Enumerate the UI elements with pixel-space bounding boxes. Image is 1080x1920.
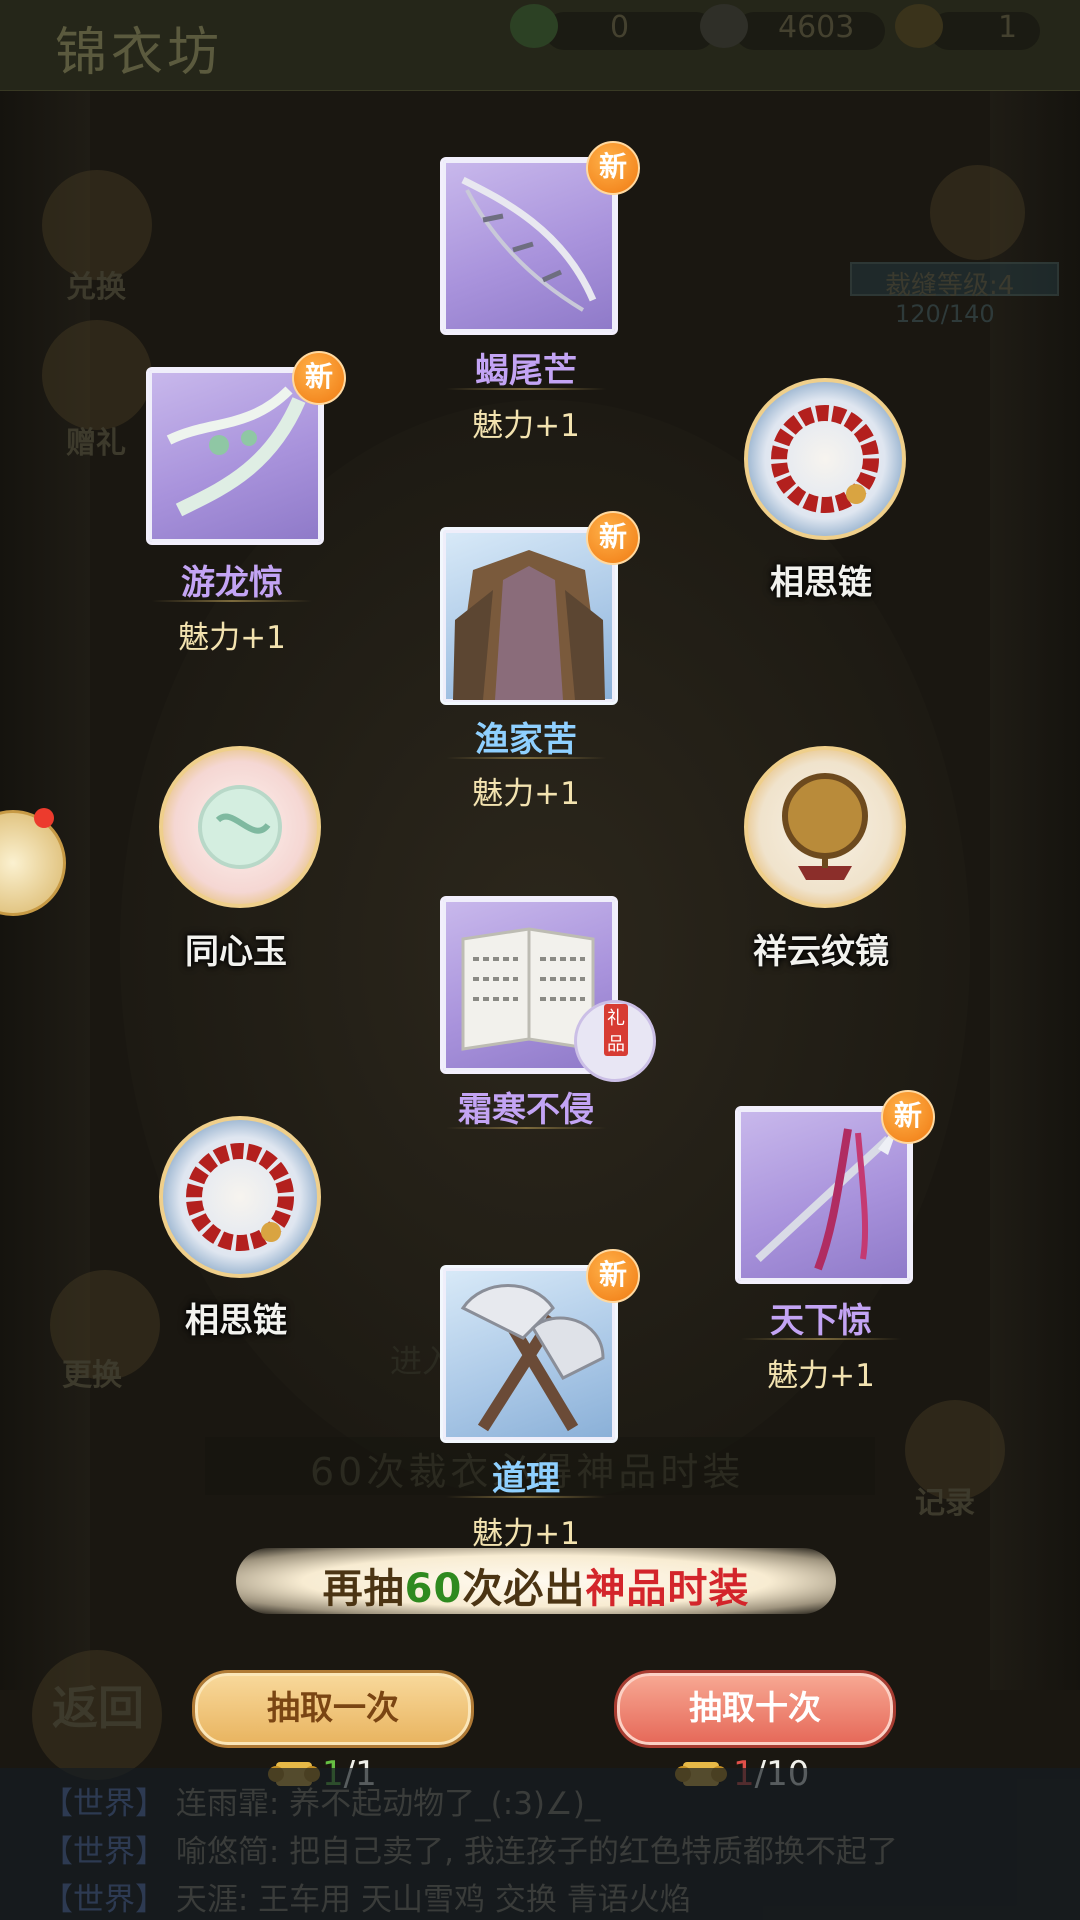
item-charm: 魅力+1 (178, 620, 286, 656)
new-badge: 新 (586, 141, 640, 195)
silver-ingot-icon (700, 4, 748, 48)
top-bar: 锦衣坊 0 4603 1 (0, 0, 1080, 91)
divider (446, 757, 606, 759)
draw-ten-button[interactable]: 抽取十次 (617, 1673, 893, 1745)
record-label: 记录 (915, 1486, 975, 1521)
item-charm: 魅力+1 (767, 1358, 875, 1394)
new-badge: 新 (586, 511, 640, 565)
resource-silver-value: 4603 (778, 10, 855, 45)
resource-scroll-value: 1 (998, 10, 1018, 45)
item-name: 天下惊 (770, 1301, 872, 1341)
item-charm: 魅力+1 (472, 776, 580, 812)
chat-message: 连雨霏: 养不起动物了_(:3)∠)_ (175, 1786, 601, 1822)
item-charm: 魅力+1 (472, 1516, 580, 1552)
item-name: 同心玉 (185, 932, 287, 972)
bronze-mirror-icon (744, 746, 906, 908)
resource-scroll-pill (930, 12, 1040, 50)
pity-count: 60 (404, 1566, 463, 1612)
chat-channel: 【世界】 (42, 1786, 166, 1822)
divider (152, 600, 312, 602)
back-label: 返回 (52, 1681, 144, 1735)
gift-label: 赠礼 (66, 426, 126, 461)
resource-jade-value: 0 (610, 10, 630, 45)
pity-reward: 神品时装 (585, 1566, 750, 1612)
item-name: 霜寒不侵 (458, 1090, 594, 1130)
item-charm: 魅力+1 (472, 408, 580, 444)
draw-once-button[interactable]: 抽取一次 (195, 1673, 471, 1745)
new-badge: 新 (586, 1249, 640, 1303)
exchange-label: 兑换 (66, 270, 126, 305)
item-name: 祥云纹镜 (753, 932, 889, 972)
tailor-avatar[interactable] (930, 165, 1025, 260)
item-name: 蝎尾芒 (475, 351, 577, 391)
tailor-level-label: 裁缝等级:4 (885, 271, 1015, 301)
chat-line: 【世界】 连雨霏: 养不起动物了_(:3)∠)_ (42, 1778, 600, 1823)
item-name: 渔家苦 (475, 720, 577, 760)
new-badge: 新 (292, 351, 346, 405)
divider (446, 1127, 606, 1129)
pity-text-part: 次必出 (462, 1566, 586, 1612)
divider (741, 1338, 901, 1340)
resource-jade-pill (545, 12, 715, 50)
swap-label: 更换 (62, 1358, 122, 1393)
item-name: 道理 (492, 1459, 560, 1499)
gold-scroll-icon (895, 4, 943, 48)
chat-channel: 【世界】 (42, 1834, 166, 1870)
new-badge: 新 (881, 1090, 935, 1144)
notification-dot (34, 808, 54, 828)
screen: { "header": { "title": "锦衣坊", "resources… (0, 0, 1080, 1920)
item-name: 相思链 (185, 1301, 287, 1341)
chat-message: 天涯: 王车用 天山雪鸡 交换 青语火焰 (175, 1882, 691, 1918)
chat-channel: 【世界】 (42, 1882, 166, 1918)
jade-pendant-icon (159, 746, 321, 908)
chat-line: 【世界】 天涯: 王车用 天山雪鸡 交换 青语火焰 (42, 1874, 691, 1919)
red-bead-bracelet-icon (744, 378, 906, 540)
divider (446, 388, 606, 390)
chat-message: 喻悠简: 把自己卖了, 我连孩子的红色特质都换不起了 (175, 1834, 898, 1870)
pity-text: 再抽60次必出神品时装 (236, 1556, 836, 1614)
page-title: 锦衣坊 (55, 23, 224, 83)
gift-tag: 礼品 (604, 1004, 628, 1056)
tailor-level-progress: 120/140 (895, 300, 995, 328)
red-bead-bracelet-icon (159, 1116, 321, 1278)
item-name: 游龙惊 (181, 563, 283, 603)
world-chat[interactable]: 【世界】 连雨霏: 养不起动物了_(:3)∠)_ 【世界】 喻悠简: 把自己卖了… (0, 1768, 1080, 1920)
pity-text-part: 再抽 (322, 1566, 405, 1612)
jade-plus-icon[interactable] (510, 4, 558, 48)
chat-line: 【世界】 喻悠简: 把自己卖了, 我连孩子的红色特质都换不起了 (42, 1826, 898, 1871)
pity-banner: 再抽60次必出神品时装 (236, 1548, 836, 1614)
item-name: 相思链 (770, 563, 872, 603)
gift-button[interactable] (42, 320, 152, 430)
divider (446, 1496, 606, 1498)
